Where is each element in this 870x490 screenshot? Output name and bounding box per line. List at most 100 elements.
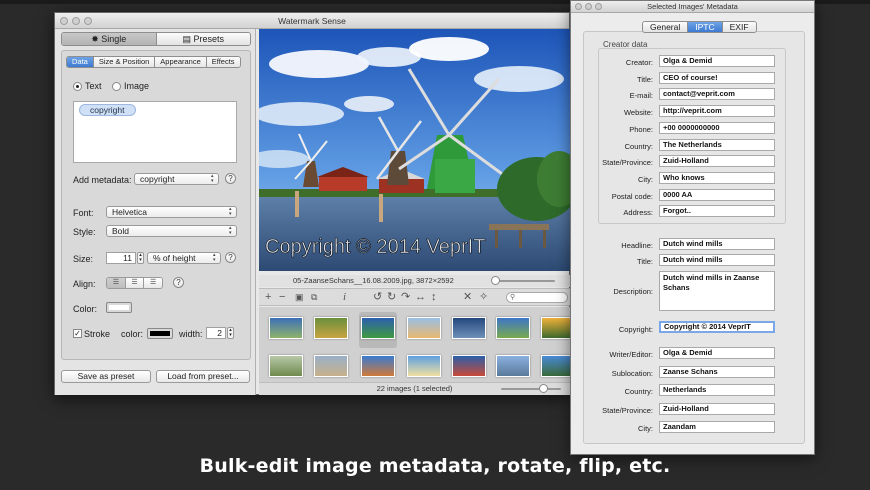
minimize-window-button[interactable]: [72, 17, 80, 25]
metadata-titlebar[interactable]: Selected Images' Metadata: [571, 1, 814, 13]
field-input[interactable]: Zaanse Schans: [659, 365, 775, 378]
field-input[interactable]: Forgot..: [659, 205, 775, 218]
font-popup[interactable]: Helvetica: [106, 206, 237, 218]
thumbnail[interactable]: [541, 317, 570, 339]
add-metadata-popup[interactable]: copyright: [134, 173, 219, 185]
save-preset-button[interactable]: Save as preset: [61, 370, 151, 383]
stroke-checkbox[interactable]: ✓: [73, 329, 82, 338]
search-input[interactable]: ⚲: [506, 292, 568, 303]
field-input[interactable]: contact@veprit.com: [659, 88, 775, 101]
close-metadata-button[interactable]: [575, 3, 582, 10]
rotate-left-icon[interactable]: ↺: [373, 290, 382, 304]
load-preset-button[interactable]: Load from preset...: [156, 370, 250, 383]
size-help-button[interactable]: ?: [225, 252, 236, 263]
plus-icon[interactable]: +: [265, 290, 271, 304]
thumbnail[interactable]: [361, 355, 395, 377]
remove-icon[interactable]: ✕: [463, 290, 472, 304]
flip-horizontal-icon[interactable]: ↔: [415, 290, 426, 304]
save-icon[interactable]: ▣: [295, 290, 304, 304]
field-input[interactable]: Who knows: [659, 171, 775, 184]
field-label: E-mail:: [629, 91, 653, 101]
metadata-help-button[interactable]: ?: [225, 173, 236, 184]
copyright-field[interactable]: Copyright © 2014 VeprIT: [659, 321, 775, 333]
field-input[interactable]: Netherlands: [659, 384, 775, 397]
stroke-color-well[interactable]: [147, 328, 173, 339]
field-input[interactable]: Zaandam: [659, 421, 775, 434]
style-popup[interactable]: Bold: [106, 225, 237, 237]
thumbnail[interactable]: [269, 355, 303, 377]
stroke-label: Stroke: [84, 329, 111, 339]
field-input[interactable]: Olga & Demid: [659, 55, 775, 67]
mode-tab-single[interactable]: ✸ Single: [62, 33, 156, 45]
thumbnail[interactable]: [361, 317, 395, 339]
field-label: Website:: [623, 108, 653, 118]
field-input[interactable]: CEO of course!: [659, 71, 775, 84]
tab-appearance[interactable]: Appearance: [154, 57, 206, 67]
field-input[interactable]: Olga & Demid: [659, 347, 775, 359]
info-icon[interactable]: i: [343, 290, 346, 304]
tab-exif[interactable]: EXIF: [721, 22, 756, 32]
stroke-width-stepper[interactable]: ▴ ▾: [227, 327, 234, 339]
minimize-metadata-button[interactable]: [585, 3, 592, 10]
thumbnail[interactable]: [314, 317, 348, 339]
image-radio[interactable]: Image: [112, 81, 149, 91]
tab-data[interactable]: Data: [67, 57, 93, 67]
align-right-icon[interactable]: ☰: [143, 278, 162, 288]
text-radio[interactable]: Text: [73, 81, 102, 91]
field-label: Title:: [637, 74, 653, 84]
align-center-icon[interactable]: ☰: [124, 278, 144, 288]
tab-iptc[interactable]: IPTC: [687, 22, 722, 32]
thumbnail[interactable]: [314, 355, 348, 377]
thumbnail[interactable]: [269, 317, 303, 339]
headline-field[interactable]: Dutch wind mills: [659, 238, 775, 250]
zoom-slider[interactable]: [495, 280, 555, 282]
thumbnail[interactable]: [407, 317, 441, 339]
size-unit-popup[interactable]: % of height: [147, 252, 221, 264]
thumbnail-size-slider[interactable]: [501, 388, 561, 390]
field-input[interactable]: Zuid-Holland: [659, 155, 775, 168]
search-icon: ⚲: [510, 294, 516, 301]
thumbnail[interactable]: [496, 317, 530, 339]
mode-tab-presets[interactable]: ▤ Presets: [155, 33, 250, 45]
align-left-icon[interactable]: ☰: [107, 278, 125, 288]
thumbnail[interactable]: [452, 317, 486, 339]
zoom-window-button[interactable]: [84, 17, 92, 25]
tab-effects[interactable]: Effects: [205, 57, 240, 67]
field-input[interactable]: The Netherlands: [659, 138, 775, 151]
zoom-metadata-button[interactable]: [595, 3, 602, 10]
photo-preview[interactable]: Copyright © 2014 VeprIT: [259, 29, 570, 271]
title-field[interactable]: Dutch wind mills: [659, 254, 775, 266]
align-help-button[interactable]: ?: [173, 277, 184, 288]
watermark-text-box[interactable]: copyright: [73, 101, 237, 163]
field-input[interactable]: +00 0000000000: [659, 121, 775, 134]
redo-icon[interactable]: ↷: [401, 290, 410, 304]
field-input[interactable]: http://veprit.com: [659, 105, 775, 118]
thumbnail[interactable]: [452, 355, 486, 377]
tab-general[interactable]: General: [643, 22, 688, 32]
flip-vertical-icon[interactable]: ↕: [431, 290, 437, 304]
text-color-well[interactable]: [106, 302, 132, 313]
copy-icon[interactable]: ⧉: [311, 290, 317, 304]
rotate-right-icon[interactable]: ↻: [387, 290, 396, 304]
field-input[interactable]: Zuid-Holland: [659, 402, 775, 415]
size-field[interactable]: 11: [106, 252, 136, 264]
mode-segmented-control: ✸ Single ▤ Presets: [61, 32, 251, 46]
field-input[interactable]: 0000 AA: [659, 188, 775, 201]
clear-all-icon[interactable]: ✧: [479, 290, 488, 304]
main-titlebar[interactable]: Watermark Sense: [55, 13, 569, 29]
metadata-tabs: General IPTC EXIF: [642, 21, 757, 33]
thumbnail[interactable]: [496, 355, 530, 377]
description-field[interactable]: Dutch wind mills in Zaanse Schans: [659, 271, 775, 311]
width-label: width:: [179, 329, 203, 339]
thumbnail[interactable]: [407, 355, 441, 377]
size-stepper[interactable]: ▴ ▾: [137, 252, 144, 264]
tab-size-position[interactable]: Size & Position: [92, 57, 155, 67]
minus-icon[interactable]: −: [279, 290, 285, 304]
text-radio-label: Text: [85, 81, 102, 91]
close-window-button[interactable]: [60, 17, 68, 25]
metadata-token[interactable]: copyright: [79, 104, 136, 116]
zoom-slider-knob[interactable]: [491, 276, 500, 285]
stroke-width-field[interactable]: 2: [206, 327, 226, 339]
thumbnail-size-knob[interactable]: [539, 384, 548, 393]
thumbnail[interactable]: [541, 355, 570, 377]
